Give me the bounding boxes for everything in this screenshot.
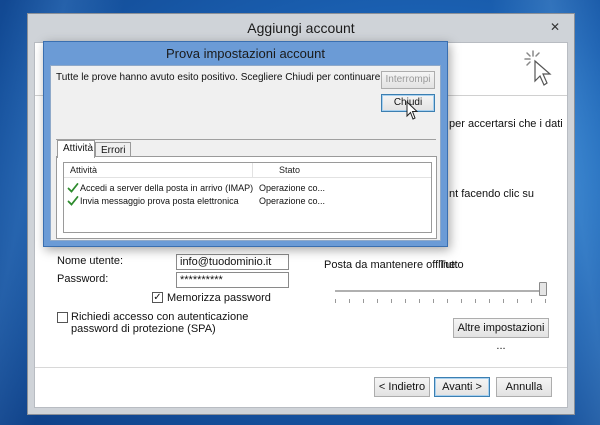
- dialog-body: Tutte le prove hanno avuto esito positiv…: [50, 65, 441, 241]
- back-button[interactable]: < Indietro: [374, 377, 430, 397]
- spa-label: Richiedi accesso con autenticazione pass…: [71, 311, 249, 335]
- activity-panel: Attività Stato Accedi a server della pos…: [56, 156, 437, 239]
- dialog-title: Prova impostazioni account: [166, 45, 325, 61]
- checkmark-icon: [67, 183, 79, 193]
- row-status: Operazione co...: [259, 196, 326, 206]
- list-item: Accedi a server della posta in arrivo (I…: [64, 182, 431, 195]
- dialog-message: Tutte le prove hanno avuto esito positiv…: [56, 72, 384, 83]
- password-label: Password:: [57, 273, 109, 285]
- column-divider: [252, 163, 253, 178]
- dialog-titlebar: Prova impostazioni account: [44, 42, 447, 64]
- username-label: Nome utente:: [57, 255, 124, 267]
- stop-button[interactable]: Interrompi: [381, 71, 435, 89]
- window-title: Aggiungi account: [247, 20, 355, 36]
- close-icon[interactable]: ✕: [546, 18, 564, 36]
- row-task: Invia messaggio prova posta elettronica: [80, 196, 239, 206]
- test-settings-dialog: Prova impostazioni account Tutte le prov…: [43, 41, 448, 247]
- username-input[interactable]: [176, 254, 289, 270]
- click-cursor-icon: [524, 50, 552, 86]
- offline-value: Tutto: [439, 259, 464, 271]
- row-task: Accedi a server della posta in arrivo (I…: [80, 183, 254, 193]
- list-item: Invia messaggio prova posta elettronica …: [64, 195, 431, 208]
- column-task[interactable]: Attività: [70, 165, 97, 175]
- tab-activity[interactable]: Attività: [57, 140, 95, 158]
- row-status: Operazione co...: [259, 183, 326, 193]
- offline-slider-track[interactable]: [335, 290, 547, 292]
- remember-password-checkbox[interactable]: ✓: [152, 292, 163, 303]
- activity-list: Attività Stato Accedi a server della pos…: [63, 162, 432, 233]
- offline-slider-thumb[interactable]: [539, 282, 547, 296]
- description-text: nt facendo clic su: [449, 188, 534, 200]
- next-button[interactable]: Avanti >: [434, 377, 490, 397]
- window-titlebar: Aggiungi account: [28, 14, 574, 42]
- offline-slider-ticks: [335, 299, 547, 303]
- footer-divider: [35, 367, 567, 368]
- checkmark-icon: [67, 196, 79, 206]
- list-header: Attività Stato: [64, 163, 431, 178]
- description-text: per accertarsi che i dati: [449, 118, 563, 130]
- remember-password-label: Memorizza password: [167, 292, 271, 304]
- dialog-separator: [56, 139, 436, 140]
- column-status[interactable]: Stato: [279, 165, 300, 175]
- spa-checkbox[interactable]: [57, 312, 68, 323]
- more-settings-button[interactable]: Altre impostazioni ...: [453, 318, 549, 352]
- password-input[interactable]: [176, 272, 289, 288]
- cancel-button[interactable]: Annulla: [496, 377, 552, 397]
- mouse-pointer-icon: [406, 101, 419, 120]
